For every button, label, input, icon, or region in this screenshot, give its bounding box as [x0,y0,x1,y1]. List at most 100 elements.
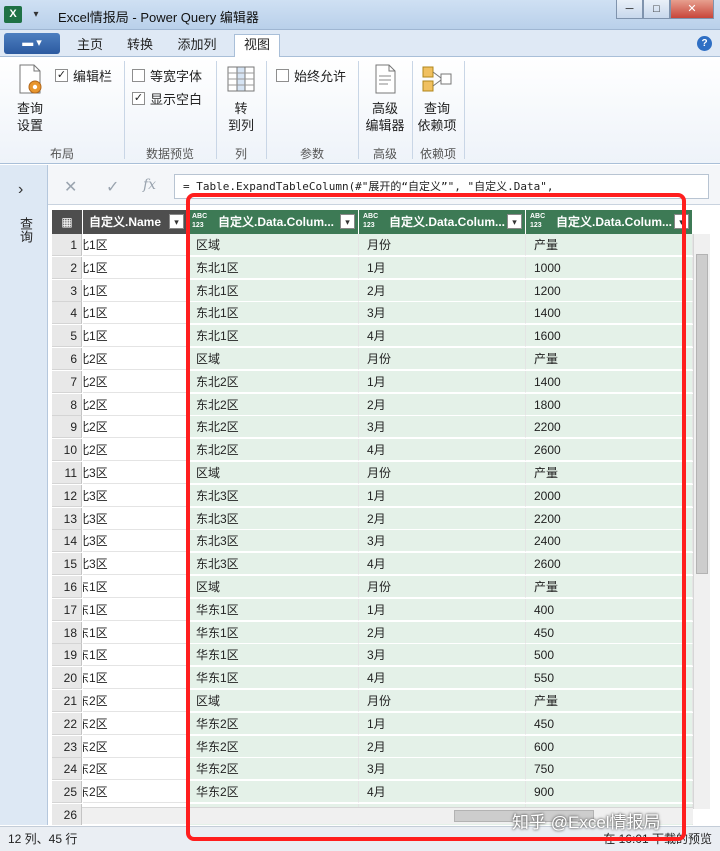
cell-data-column1[interactable]: 东北2区 [188,394,359,416]
column-filter-dropdown-icon[interactable]: ▾ [340,214,355,229]
cell-name[interactable]: 东2区 [83,690,188,712]
cell-data-column3[interactable]: 1400 [526,371,693,393]
column-header-data-column2[interactable]: ABC 123 自定义.Data.Colum... ▾ [359,210,525,234]
cell-name[interactable]: 东1区 [83,599,188,621]
column-filter-dropdown-icon[interactable]: ▾ [507,214,522,229]
cell-data-column1[interactable]: 华东1区 [188,644,359,666]
column-filter-dropdown-icon[interactable]: ▾ [169,214,184,229]
formula-input[interactable]: = Table.ExpandTableColumn(#"展开的“自定义”", "… [174,174,709,199]
cell-name[interactable]: 北1区 [83,257,188,279]
vertical-scrollbar[interactable] [693,234,710,809]
cell-name[interactable]: 东2区 [83,781,188,803]
cell-data-column3[interactable]: 1800 [526,394,693,416]
cell-data-column2[interactable]: 月份 [359,576,526,598]
cell-data-column1[interactable]: 华东1区 [188,599,359,621]
cell-name[interactable]: 北2区 [83,439,188,461]
tab-home[interactable]: 主页 [74,35,106,57]
cell-data-column1[interactable]: 东北1区 [188,257,359,279]
cell-name[interactable]: 北2区 [83,416,188,438]
cell-data-column2[interactable]: 月份 [359,348,526,370]
cell-data-column2[interactable]: 4月 [359,667,526,689]
cell-name[interactable]: 东1区 [83,667,188,689]
row-number[interactable]: 22 [52,713,82,735]
row-number[interactable]: 7 [52,371,82,393]
cell-data-column1[interactable]: 华东1区 [188,667,359,689]
row-number[interactable]: 23 [52,736,82,758]
row-number[interactable]: 1 [52,234,82,256]
cell-data-column2[interactable]: 4月 [359,439,526,461]
row-number[interactable]: 13 [52,508,82,530]
cell-data-column2[interactable]: 2月 [359,622,526,644]
type-any-icon[interactable]: ABC 123 [192,212,207,230]
row-number[interactable]: 11 [52,462,82,484]
cell-name[interactable]: 东1区 [83,644,188,666]
cell-name[interactable]: 北3区 [83,553,188,575]
always-allow-toggle[interactable]: 始终允许 [276,66,346,85]
row-number[interactable]: 3 [52,280,82,302]
cell-data-column1[interactable]: 东北3区 [188,485,359,507]
monospace-toggle[interactable]: 等宽字体 [132,66,202,85]
row-number[interactable]: 2 [52,257,82,279]
row-number[interactable]: 18 [52,622,82,644]
cell-data-column3[interactable]: 1400 [526,302,693,324]
cell-data-column2[interactable]: 2月 [359,736,526,758]
column-header-name[interactable]: 自定义.Name ▾ [83,210,187,234]
cell-data-column1[interactable]: 华东1区 [188,622,359,644]
cell-data-column2[interactable]: 2月 [359,508,526,530]
formula-bar-toggle[interactable]: ✓ 编辑栏 [55,66,112,85]
row-number[interactable]: 20 [52,667,82,689]
cell-name[interactable]: 北3区 [83,508,188,530]
queries-pane[interactable]: › 查询 [0,165,48,825]
cell-data-column3[interactable]: 900 [526,781,693,803]
cell-data-column3[interactable]: 500 [526,644,693,666]
row-number[interactable]: 4 [52,302,82,324]
row-number[interactable]: 26 [52,804,82,825]
cell-name[interactable]: 北2区 [83,348,188,370]
help-icon[interactable]: ? [697,36,712,51]
cell-data-column2[interactable]: 月份 [359,690,526,712]
cell-data-column2[interactable]: 1月 [359,371,526,393]
formula-bar-checkbox[interactable]: ✓ [55,69,68,82]
row-number[interactable]: 10 [52,439,82,461]
fx-icon[interactable]: fx [143,177,156,193]
cell-data-column3[interactable]: 2600 [526,439,693,461]
cell-data-column1[interactable]: 东北1区 [188,302,359,324]
cell-data-column1[interactable]: 华东2区 [188,736,359,758]
type-any-icon[interactable]: ABC 123 [363,212,378,230]
cell-data-column2[interactable]: 4月 [359,781,526,803]
cell-data-column3[interactable]: 2400 [526,530,693,552]
expand-chevron-icon[interactable]: › [18,181,23,199]
cell-data-column1[interactable]: 东北3区 [188,530,359,552]
row-number[interactable]: 5 [52,325,82,347]
cell-data-column2[interactable]: 1月 [359,713,526,735]
cell-name[interactable]: 东2区 [83,736,188,758]
cell-data-column1[interactable]: 华东2区 [188,713,359,735]
cell-data-column1[interactable]: 东北1区 [188,325,359,347]
cell-data-column3[interactable]: 450 [526,713,693,735]
row-number[interactable]: 19 [52,644,82,666]
horizontal-scroll-thumb[interactable] [454,810,594,822]
tab-add-column[interactable]: 添加列 [174,35,220,57]
row-number[interactable]: 15 [52,553,82,575]
cell-name[interactable]: 东1区 [83,622,188,644]
cell-data-column1[interactable]: 东北2区 [188,371,359,393]
cell-name[interactable]: 北3区 [83,485,188,507]
row-number[interactable]: 9 [52,416,82,438]
cell-data-column2[interactable]: 3月 [359,416,526,438]
cell-data-column1[interactable]: 区域 [188,576,359,598]
column-filter-dropdown-icon[interactable]: ▾ [674,214,689,229]
minimize-button[interactable]: ─ [616,0,643,19]
file-menu-button[interactable]: ▬ ▾ [4,33,60,54]
cell-data-column3[interactable]: 2600 [526,553,693,575]
cell-data-column3[interactable]: 产量 [526,690,693,712]
cell-data-column2[interactable]: 2月 [359,394,526,416]
go-to-column-button[interactable]: 转 到列 [222,63,260,134]
cell-data-column3[interactable]: 2000 [526,485,693,507]
cell-data-column3[interactable]: 2200 [526,416,693,438]
cell-data-column1[interactable]: 华东2区 [188,758,359,780]
cell-name[interactable]: 北3区 [83,462,188,484]
excel-app-icon[interactable]: X [4,6,22,23]
query-dependencies-button[interactable]: 查询 依赖项 [414,63,460,134]
cell-data-column2[interactable]: 月份 [359,462,526,484]
cell-data-column2[interactable]: 2月 [359,280,526,302]
